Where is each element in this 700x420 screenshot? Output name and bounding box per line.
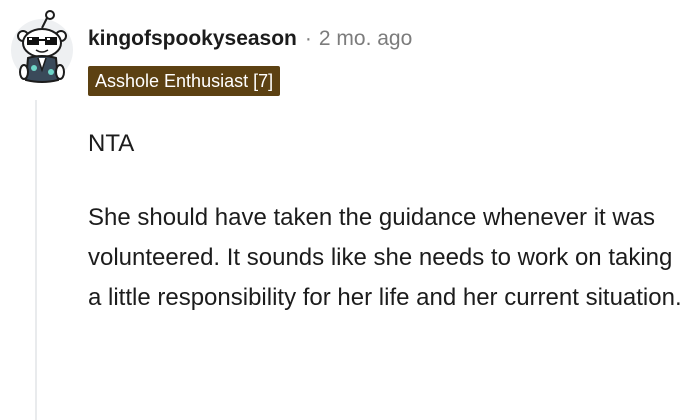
timestamp[interactable]: 2 mo. ago (319, 27, 412, 51)
user-flair-badge: Asshole Enthusiast [7] (88, 66, 281, 96)
comment-header: kingofspookyseason · 2 mo. ago (88, 24, 412, 54)
comment-paragraph: She should have taken the guidance whene… (88, 204, 682, 311)
comment-paragraph: NTA (88, 130, 135, 157)
snoo-avatar-sunglasses-icon (11, 10, 73, 83)
comment: kingofspookyseason · 2 mo. ago Asshole E… (0, 0, 700, 420)
comment-body: NTA She should have taken the guidance w… (88, 124, 688, 318)
user-avatar[interactable] (8, 8, 76, 92)
thread-collapse-line[interactable] (35, 100, 37, 420)
meta-separator: · (304, 27, 312, 50)
username-link[interactable]: kingofspookyseason (88, 27, 297, 51)
